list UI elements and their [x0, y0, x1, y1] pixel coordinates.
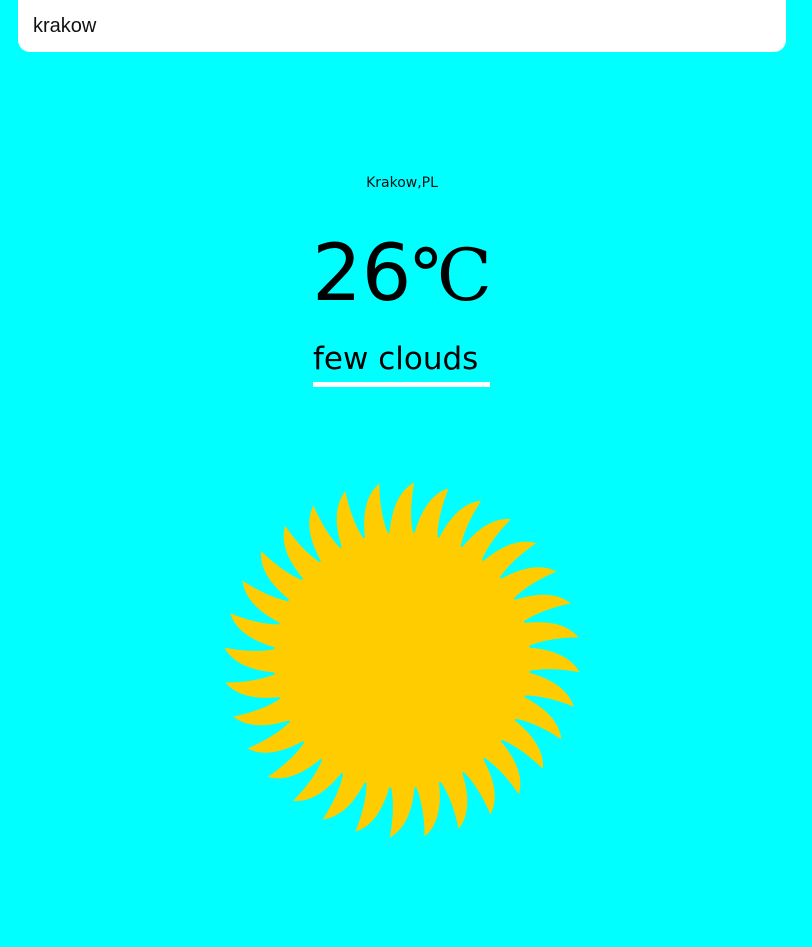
- weather-description-text: few clouds: [313, 341, 479, 377]
- description-underline: [313, 382, 490, 387]
- sun-ray: [224, 647, 283, 673]
- sun-ray: [521, 647, 580, 673]
- weather-description: few clouds: [313, 338, 491, 387]
- sun-ray: [389, 779, 415, 838]
- sun-icon: [224, 482, 580, 838]
- search-input[interactable]: [18, 0, 786, 52]
- sun-ray: [389, 482, 415, 541]
- temperature-value: 26: [312, 229, 412, 319]
- location-label: Krakow,PL: [366, 175, 438, 191]
- sun-disc: [274, 532, 530, 788]
- temperature-unit: ℃: [411, 233, 492, 317]
- temperature-display: 26℃: [0, 228, 804, 341]
